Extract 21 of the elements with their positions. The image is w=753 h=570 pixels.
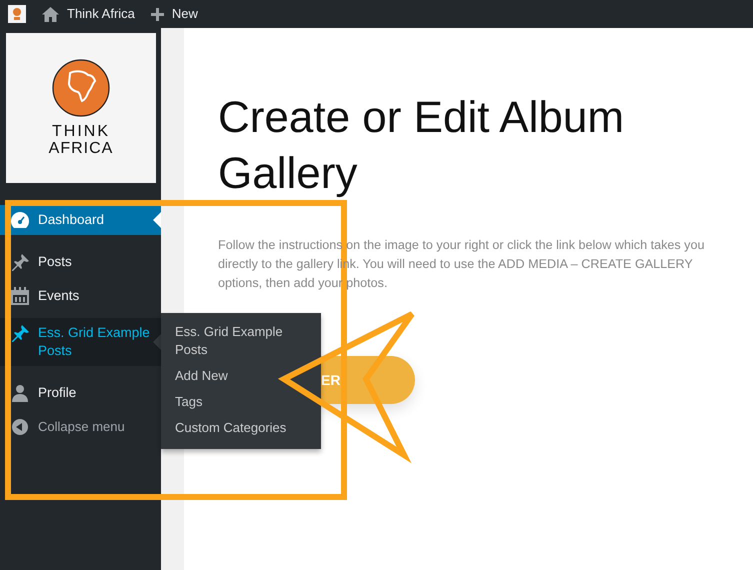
site-name-link[interactable]: Think Africa [42,4,135,24]
new-link[interactable]: New [150,4,198,24]
home-icon [42,6,59,22]
menu-item[interactable]: Collapse menu [0,412,161,442]
menu-item[interactable]: Dashboard [0,205,161,235]
calendar-icon [10,287,30,305]
africa-logo-icon [52,59,110,117]
flyout-item[interactable]: Custom Categories [161,415,321,441]
logo-text: AFRICA [48,140,114,157]
menu-item[interactable]: Posts [0,247,161,277]
logo-text: THINK [52,123,110,140]
dashboard-gauge-icon [10,211,30,229]
menu-item[interactable]: Events [0,281,161,311]
person-icon [10,384,30,402]
menu-item[interactable]: Profile [0,378,161,408]
menu-item[interactable]: Ess. Grid Example Posts [0,318,161,366]
pin-icon [10,253,30,271]
pin-icon [10,324,30,342]
plus-icon [150,8,164,20]
site-logo-icon[interactable] [8,5,26,23]
page-title: Create or Edit Album Gallery [218,92,625,200]
